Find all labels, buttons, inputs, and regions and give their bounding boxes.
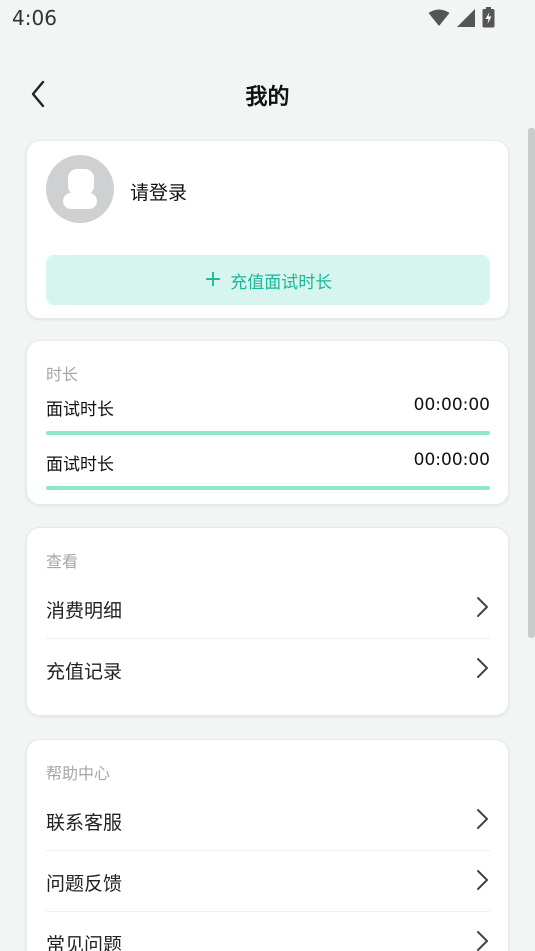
plus-icon: + bbox=[203, 267, 223, 292]
wifi-icon bbox=[428, 9, 450, 26]
list-item-label: 问题反馈 bbox=[46, 873, 123, 895]
status-icons bbox=[428, 7, 495, 28]
chevron-right-icon bbox=[477, 809, 488, 829]
view-card: 查看 消费明细 充值记录 bbox=[26, 527, 509, 716]
chevron-right-icon bbox=[477, 870, 488, 890]
section-label-duration: 时长 bbox=[46, 365, 79, 384]
duration-card: 时长 面试时长 00:00:00 面试时长 00:00:00 bbox=[26, 340, 509, 505]
page-title: 我的 bbox=[245, 85, 290, 110]
duration-name: 面试时长 bbox=[46, 455, 114, 475]
duration-value: 00:00:00 bbox=[413, 395, 490, 415]
list-item-label: 充值记录 bbox=[46, 661, 123, 683]
profile-screen: 4:06 我的 请登录 + 充值面试时长 时长 面试时长 00:00:00 面试… bbox=[0, 0, 535, 951]
duration-progress-fill bbox=[46, 486, 490, 490]
user-card: 请登录 + 充值面试时长 bbox=[26, 140, 509, 319]
chevron-right-icon bbox=[477, 658, 488, 678]
login-link[interactable]: 请登录 bbox=[130, 178, 187, 205]
list-item-consumption-details[interactable]: 消费明细 bbox=[46, 578, 490, 639]
chevron-right-icon bbox=[477, 597, 488, 617]
recharge-button[interactable]: + 充值面试时长 bbox=[46, 255, 490, 305]
list-item-label: 联系客服 bbox=[46, 812, 123, 834]
section-label-help: 帮助中心 bbox=[46, 764, 111, 783]
page-header: 我的 bbox=[0, 66, 535, 122]
list-item-label: 常见问题 bbox=[46, 934, 123, 951]
duration-row: 面试时长 00:00:00 bbox=[46, 450, 490, 490]
chevron-right-icon bbox=[477, 931, 488, 951]
user-avatar-icon bbox=[63, 169, 97, 209]
list-item-label: 消费明细 bbox=[46, 600, 123, 622]
duration-name: 面试时长 bbox=[46, 400, 114, 420]
scrollbar[interactable] bbox=[528, 128, 535, 638]
list-item-feedback[interactable]: 问题反馈 bbox=[46, 851, 490, 912]
help-card: 帮助中心 联系客服 问题反馈 常见问题 bbox=[26, 739, 509, 951]
section-label-view: 查看 bbox=[46, 552, 79, 571]
list-item-recharge-records[interactable]: 充值记录 bbox=[46, 639, 490, 700]
list-item-contact-support[interactable]: 联系客服 bbox=[46, 790, 490, 851]
avatar[interactable] bbox=[46, 155, 114, 223]
duration-progress-bar bbox=[46, 431, 490, 435]
duration-progress-fill bbox=[46, 431, 490, 435]
recharge-button-label: 充值面试时长 bbox=[230, 272, 333, 293]
duration-progress-bar bbox=[46, 486, 490, 490]
list-item-faq[interactable]: 常见问题 bbox=[46, 912, 490, 951]
duration-row: 面试时长 00:00:00 bbox=[46, 395, 490, 435]
status-time: 4:06 bbox=[12, 6, 57, 30]
battery-icon bbox=[482, 7, 495, 28]
status-bar: 4:06 bbox=[0, 0, 535, 36]
signal-icon bbox=[457, 8, 475, 27]
duration-value: 00:00:00 bbox=[413, 450, 490, 470]
